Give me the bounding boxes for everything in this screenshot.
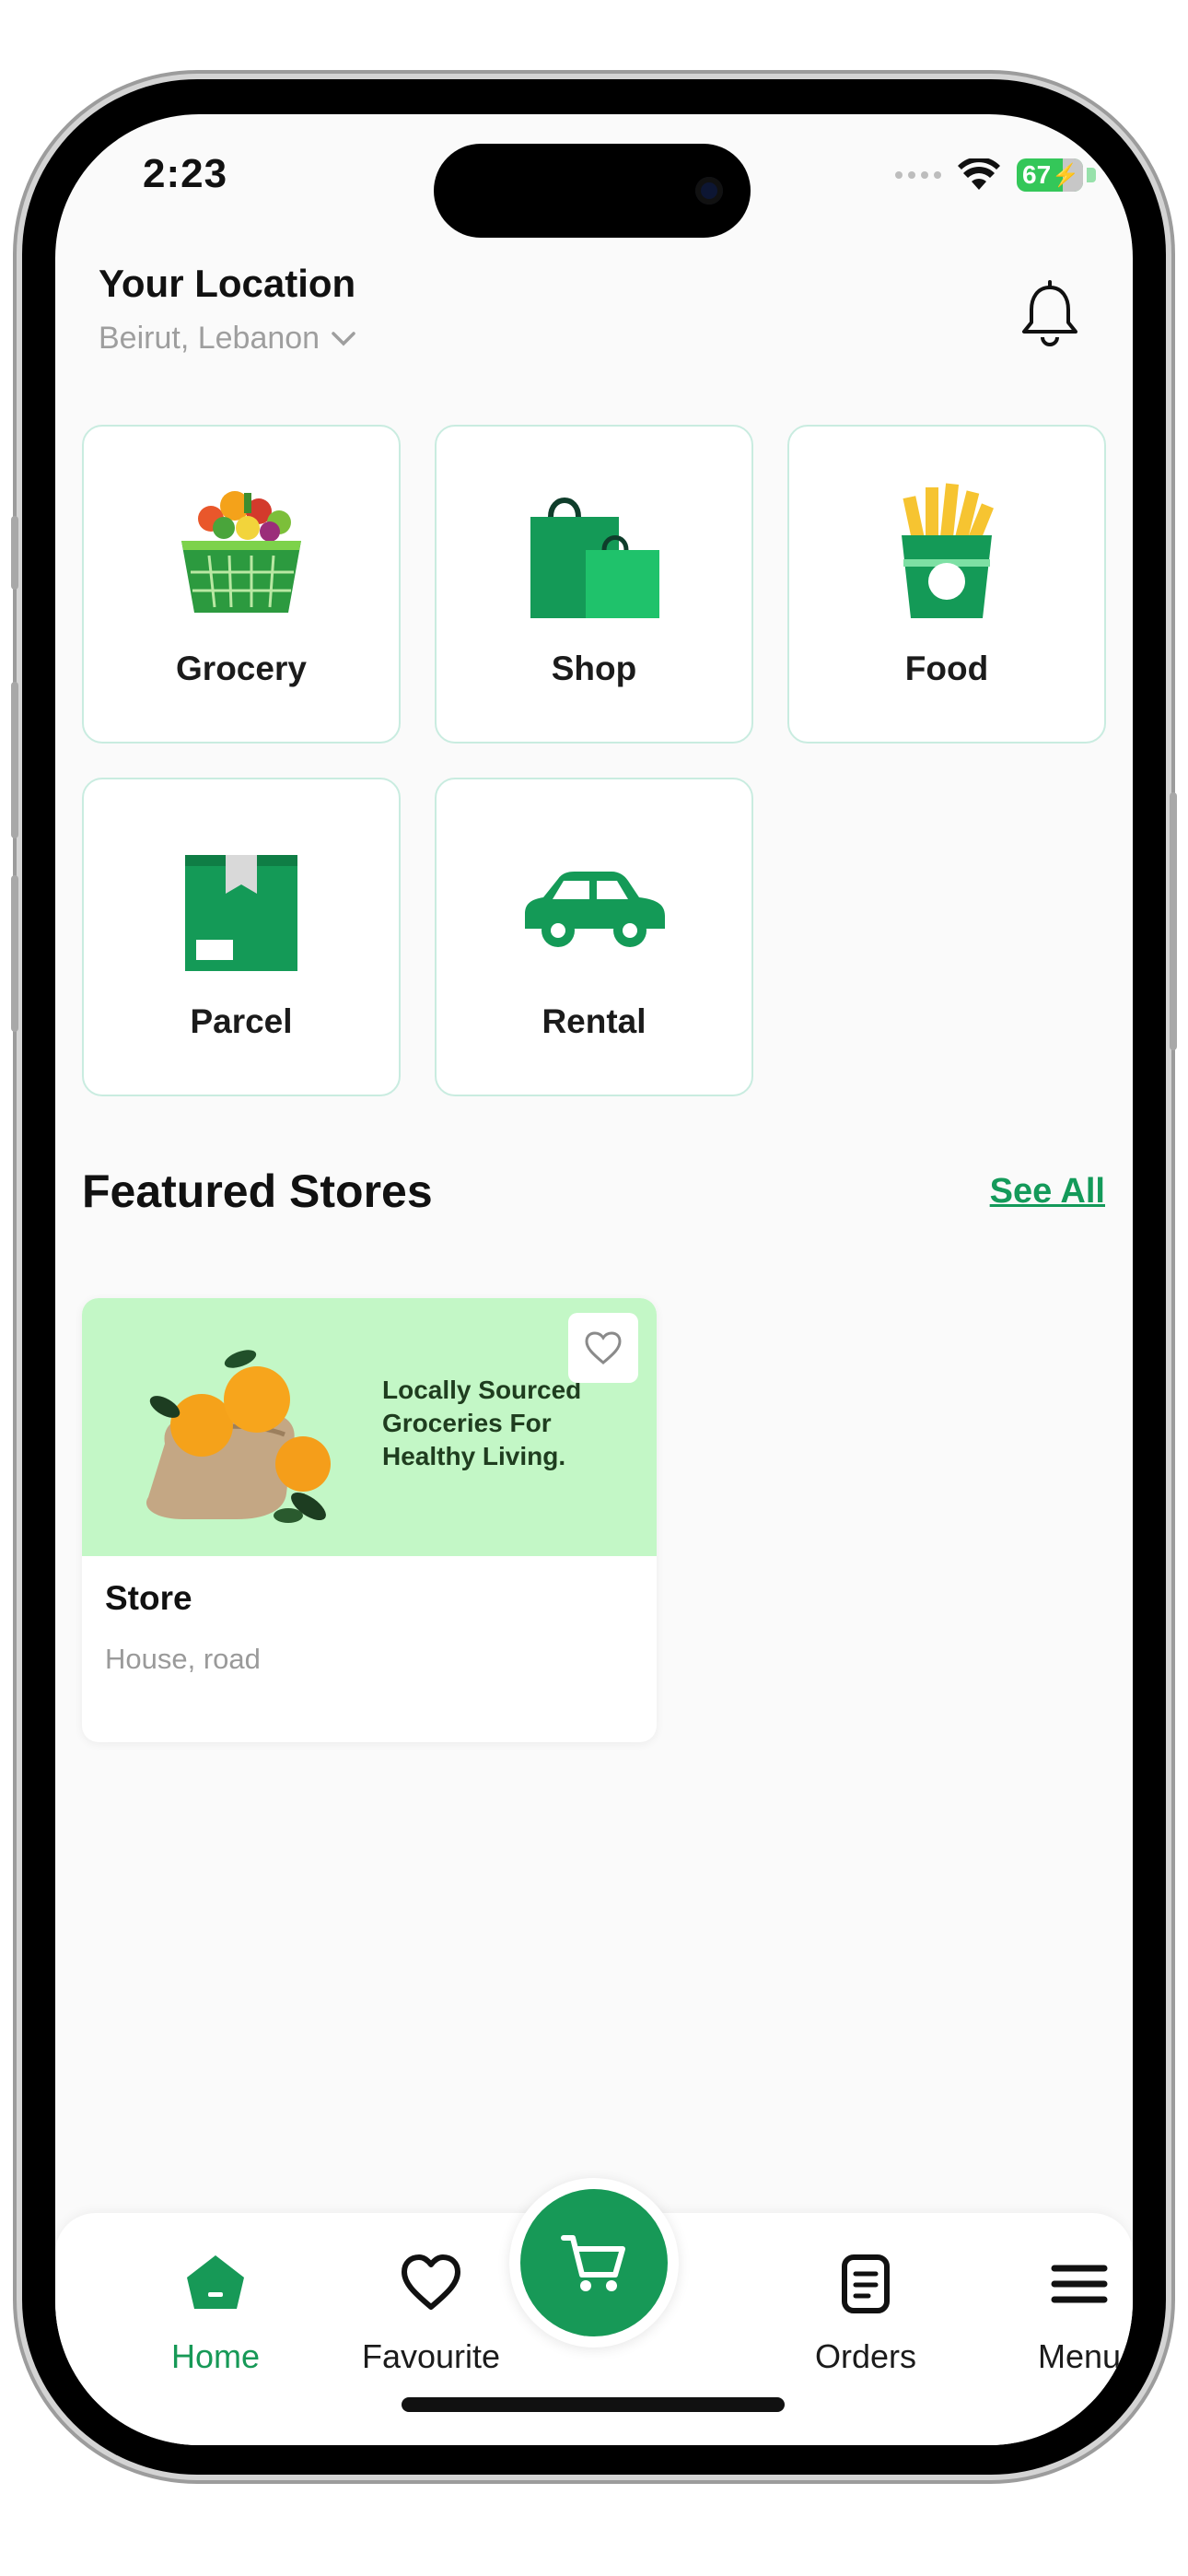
cart-button[interactable] xyxy=(509,2178,679,2348)
nav-orders[interactable]: Orders xyxy=(774,2252,958,2376)
heart-outline-icon xyxy=(585,1331,622,1364)
see-all-link[interactable]: See All xyxy=(990,1172,1105,1212)
nav-favourite[interactable]: Favourite xyxy=(339,2252,523,2376)
category-label: Shop xyxy=(551,650,637,687)
location-selector[interactable]: Beirut, Lebanon xyxy=(99,321,356,357)
nav-menu[interactable]: Menu xyxy=(987,2252,1133,2376)
fries-icon xyxy=(902,483,994,618)
store-name: Store xyxy=(105,1579,192,1617)
nav-label: Favourite xyxy=(361,2337,501,2375)
store-banner: Locally Sourced Groceries For Healthy Li… xyxy=(82,1298,657,1556)
heart-icon xyxy=(402,2254,460,2310)
category-label: Food xyxy=(904,650,989,687)
store-card[interactable]: Locally Sourced Groceries For Healthy Li… xyxy=(82,1298,657,1742)
notification-bell-icon[interactable] xyxy=(1013,278,1087,352)
category-parcel[interactable]: Parcel xyxy=(82,778,401,1096)
home-indicator[interactable] xyxy=(402,2397,785,2412)
battery-level: 67 xyxy=(1022,160,1052,189)
menu-icon xyxy=(1051,2265,1108,2303)
status-indicators: 67 ⚡ xyxy=(895,158,1096,192)
oranges-sack-image xyxy=(146,1350,331,1523)
volume-down-button xyxy=(11,875,18,1032)
category-rental[interactable]: Rental xyxy=(435,778,753,1096)
store-address: House, road xyxy=(105,1643,261,1675)
car-icon xyxy=(525,872,665,947)
status-time: 2:23 xyxy=(143,151,228,196)
cellular-signal-icon xyxy=(895,171,941,179)
camera-icon xyxy=(695,177,723,205)
wifi-icon xyxy=(958,158,1000,190)
power-button xyxy=(1170,792,1177,1050)
favourite-toggle[interactable] xyxy=(568,1313,638,1383)
grocery-basket-icon xyxy=(181,491,301,613)
mute-switch xyxy=(11,516,18,590)
category-label: Parcel xyxy=(190,1002,293,1040)
nav-label: Orders xyxy=(814,2337,917,2375)
app-screen: 2:23 67 ⚡ Your Location Beirut, Lebanon xyxy=(55,114,1133,2445)
volume-up-button xyxy=(11,682,18,838)
shopping-bag-icon xyxy=(530,498,659,618)
home-icon xyxy=(187,2255,244,2309)
dynamic-island xyxy=(434,144,751,238)
nav-home[interactable]: Home xyxy=(123,2252,308,2376)
battery-icon: 67 ⚡ xyxy=(1017,158,1096,192)
cart-icon xyxy=(561,2235,625,2291)
chevron-down-icon xyxy=(332,331,355,345)
featured-stores-title: Featured Stores xyxy=(82,1165,433,1217)
store-banner-text: Locally Sourced Groceries For Healthy Li… xyxy=(382,1376,582,1470)
category-label: Rental xyxy=(542,1002,646,1040)
nav-label: Menu xyxy=(1037,2337,1122,2375)
category-label: Grocery xyxy=(176,650,307,687)
category-food[interactable]: Food xyxy=(787,425,1106,744)
location-value: Beirut, Lebanon xyxy=(99,321,320,356)
category-grocery[interactable]: Grocery xyxy=(82,425,401,744)
category-shop[interactable]: Shop xyxy=(435,425,753,744)
parcel-box-icon xyxy=(185,855,297,971)
orders-icon xyxy=(842,2254,890,2313)
nav-label: Home xyxy=(170,2337,261,2375)
location-title: Your Location xyxy=(99,262,356,305)
